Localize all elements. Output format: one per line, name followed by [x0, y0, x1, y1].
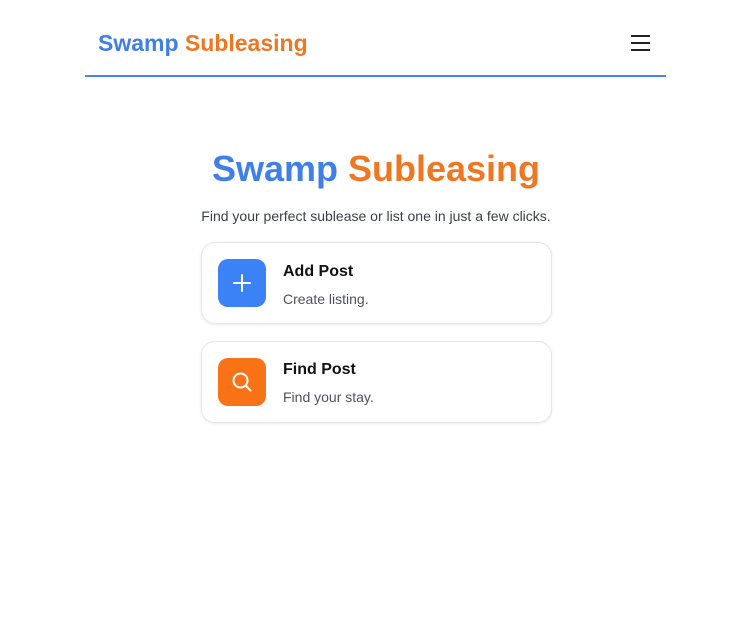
hero-title-subleasing: Subleasing [348, 148, 541, 189]
add-post-icon-box [218, 259, 266, 307]
hero-title: Swamp Subleasing [0, 148, 752, 190]
search-icon [232, 372, 252, 392]
menu-button[interactable] [629, 32, 653, 54]
find-post-icon-box [218, 358, 266, 406]
hero-title-swamp: Swamp [211, 148, 338, 189]
top-navbar: Swamp Subleasing [85, 0, 666, 77]
add-post-title: Add Post [283, 263, 354, 280]
plus-icon [233, 274, 251, 292]
add-post-description: Create listing. [283, 291, 369, 307]
brand-logo[interactable]: Swamp Subleasing [98, 30, 308, 56]
find-post-card[interactable]: Find Post Find your stay. [201, 341, 552, 423]
add-post-card[interactable]: Add Post Create listing. [201, 242, 552, 324]
page: Swamp Subleasing Swamp Subleasing Find y… [0, 0, 752, 633]
brand-word-subleasing: Subleasing [184, 30, 308, 56]
hero-subtitle: Find your perfect sublease or list one i… [201, 208, 551, 224]
find-post-description: Find your stay. [283, 389, 374, 405]
brand-word-swamp: Swamp [98, 30, 179, 56]
hamburger-menu-icon [631, 35, 650, 51]
find-post-title: Find Post [283, 361, 356, 378]
